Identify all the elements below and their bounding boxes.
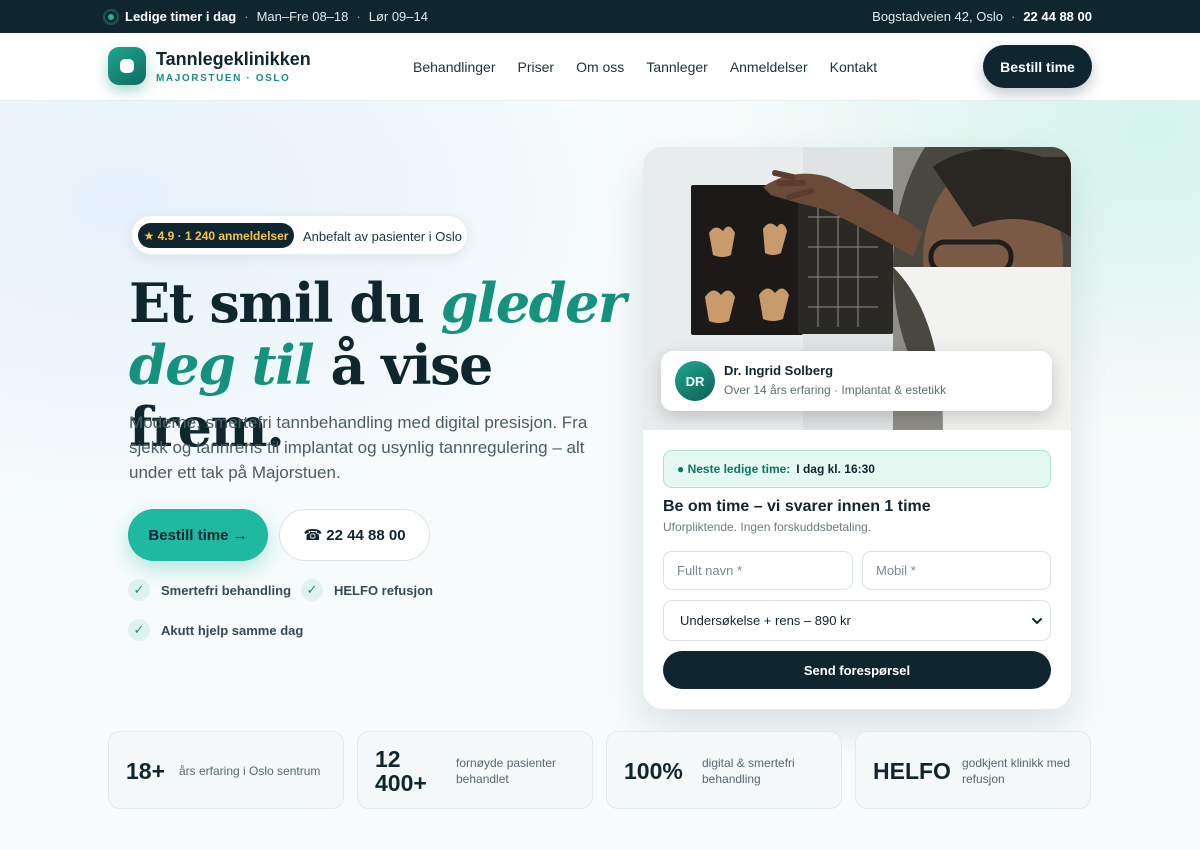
hero-book-button[interactable]: Bestill time → (128, 509, 268, 561)
avatar: DR (675, 361, 715, 401)
name-field[interactable] (663, 551, 853, 590)
logo-icon[interactable] (108, 47, 146, 85)
address-text: Bogstadveien 42, Oslo (872, 9, 1003, 24)
contact-group: Bogstadveien 42, Oslo · 22 44 88 00 (872, 0, 1092, 33)
doctor-name: Dr. Ingrid Solberg (724, 363, 834, 378)
check-icon: ✓ (301, 579, 323, 601)
feature-label: Smertefri behandling (161, 582, 292, 598)
stat-label: fornøyde pasienter behandlet (456, 756, 557, 786)
feature-check: ✓ Akutt hjelp samme dag (128, 618, 303, 642)
headline-text: Et smil du (129, 271, 441, 335)
form-title: Be om time – vi svarer innen 1 time (663, 498, 931, 515)
nav-item-om-oss[interactable]: Om oss (576, 59, 624, 75)
stat-card: 12 400+ fornøyde pasienter behandlet (357, 731, 593, 809)
treatment-selected-value: Undersøkelse + rens – 890 kr (680, 613, 851, 628)
stat-value: 18+ (126, 758, 166, 784)
chevron-down-icon (1032, 618, 1042, 624)
doctor-meta: Over 14 års erfaring · Implantat & estet… (724, 383, 947, 397)
check-icon: ✓ (128, 619, 150, 641)
nav-item-tannleger[interactable]: Tannleger (646, 59, 708, 75)
nav-item-behandlinger[interactable]: Behandlinger (413, 59, 496, 75)
feature-label: HELFO refusjon (334, 582, 433, 598)
brand-subtitle: MAJORSTUEN · OSLO (156, 73, 291, 84)
rating-badge: ★ 4.9 · 1 240 anmeldelser (138, 223, 294, 248)
feature-check: ✓ HELFO refusjon (301, 578, 433, 602)
stat-value: 100% (624, 758, 683, 784)
next-slot-value: I dag kl. 16:30 (796, 462, 875, 476)
stat-card: 18+ års erfaring i Oslo sentrum (108, 731, 344, 809)
hours-weekday: Man–Fre 08–18 (256, 9, 349, 24)
next-slot-label: ● Neste ledige time: (677, 462, 791, 476)
dentist-photo: DR Dr. Ingrid Solberg Over 14 års erfari… (643, 147, 1071, 430)
next-slot-banner: ● Neste ledige time: I dag kl. 16:30 (663, 450, 1051, 488)
availability-text: Ledige timer i dag (125, 9, 237, 24)
main-nav: Behandlinger Priser Om oss Tannleger Anm… (413, 33, 877, 101)
brand-name[interactable]: Tannlegeklinikken (156, 49, 311, 70)
nav-item-anmeldelser[interactable]: Anmeldelser (730, 59, 808, 75)
nav-item-priser[interactable]: Priser (518, 59, 555, 75)
rating-pill: ★ 4.9 · 1 240 anmeldelser Anbefalt av pa… (131, 215, 468, 255)
hero-phone-button[interactable]: ☎ 22 44 88 00 (279, 509, 430, 561)
doctor-card: DR Dr. Ingrid Solberg Over 14 års erfari… (661, 351, 1052, 411)
top-info-bar: Ledige timer i dag · Man–Fre 08–18 · Lør… (0, 0, 1200, 33)
status-dot-icon (105, 10, 117, 23)
stat-card: 100% digital & smertefri behandling (606, 731, 842, 809)
headline-accent: gleder (440, 271, 627, 335)
phone-link[interactable]: 22 44 88 00 (1023, 9, 1092, 24)
mobile-field[interactable] (862, 551, 1051, 590)
rating-text: Anbefalt av pasienter i Oslo (303, 228, 462, 244)
treatment-select[interactable]: Undersøkelse + rens – 890 kr (663, 600, 1051, 641)
hero-lead: Moderne, smertefri tannbehandling med di… (129, 413, 588, 482)
nav-item-kontakt[interactable]: Kontakt (830, 59, 877, 75)
stat-label: digital & smertefri behandling (702, 756, 795, 786)
book-appointment-button[interactable]: Bestill time (983, 45, 1092, 88)
feature-check: ✓ Smertefri behandling (128, 578, 291, 602)
feature-label: Akutt hjelp samme dag (161, 622, 304, 638)
separator: · (244, 9, 249, 24)
site-header: Tannlegeklinikken MAJORSTUEN · OSLO Beha… (0, 33, 1200, 101)
hours-saturday: Lør 09–14 (368, 9, 428, 24)
stat-label: godkjent klinikk med refusjon (962, 756, 1071, 786)
availability-group: Ledige timer i dag · Man–Fre 08–18 · Lør… (105, 0, 428, 33)
separator: · (1010, 9, 1016, 24)
headline-accent: deg til (129, 333, 315, 397)
form-subtitle: Uforpliktende. Ingen forskuddsbetaling. (663, 520, 872, 534)
separator: · (356, 9, 361, 24)
stat-value: 12 400+ (375, 746, 427, 796)
stat-label: års erfaring i Oslo sentrum (179, 764, 321, 778)
stat-card: HELFO godkjent klinikk med refusjon (855, 731, 1091, 809)
stat-value: HELFO (873, 758, 951, 784)
send-request-button[interactable]: Send forespørsel (663, 651, 1051, 689)
booking-card: DR Dr. Ingrid Solberg Over 14 års erfari… (643, 147, 1071, 709)
check-icon: ✓ (128, 579, 150, 601)
